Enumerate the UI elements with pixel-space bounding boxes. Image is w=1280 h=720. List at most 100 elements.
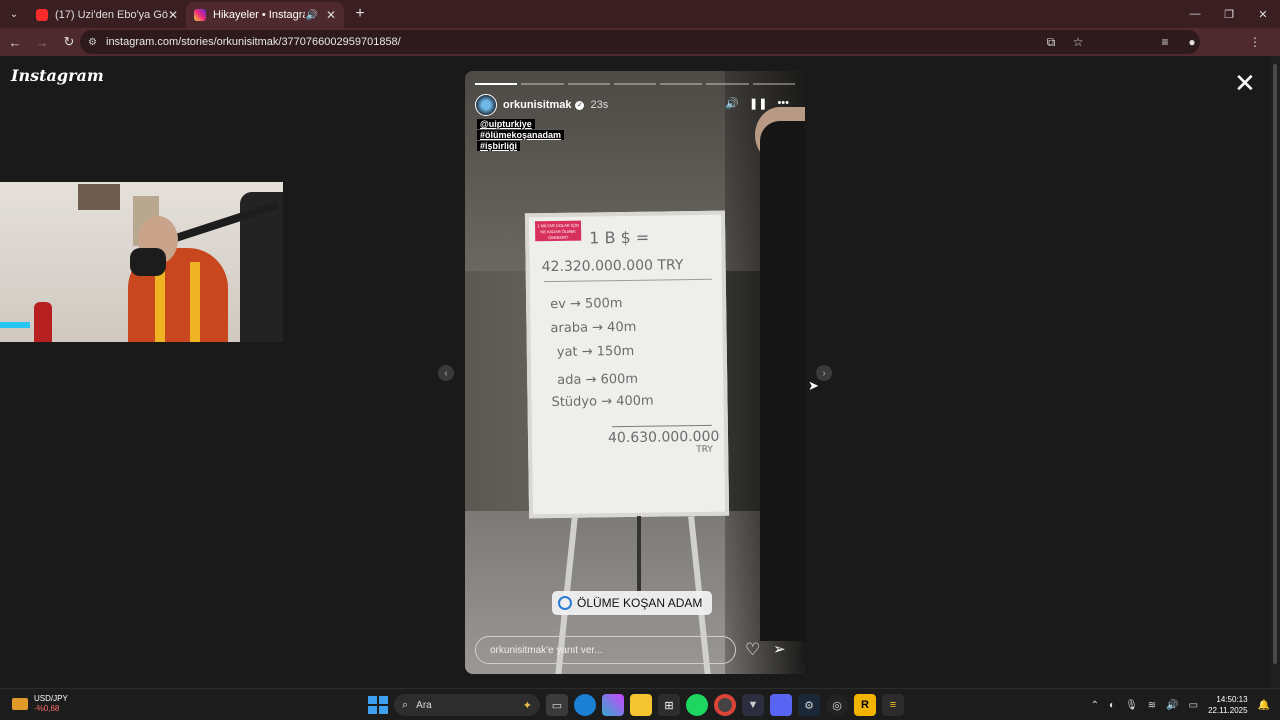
tab-search-button[interactable]: ⌄ [0,0,28,28]
notification-icon[interactable]: 🔔 [1258,700,1270,711]
board-item: ada → 600m [557,371,639,388]
reload-button[interactable]: ↻ [57,30,81,54]
instagram-icon [194,9,206,21]
more-options-icon[interactable]: ••• [777,97,789,110]
board-btc: 1 B $ = [589,227,650,248]
battery-icon[interactable]: ▭ [1189,700,1198,711]
close-tab-icon[interactable]: ✕ [326,8,336,22]
board-total-unit: TRY [696,444,713,456]
edge-icon[interactable] [574,694,596,716]
clock-time: 14:50:13 [1216,695,1248,704]
webcam-overlay [0,182,283,342]
volume-icon[interactable]: 🔊 [1166,700,1178,711]
previous-story-icon[interactable]: ‹ [438,365,454,381]
windows-taskbar: USD/JPY -%0,68 ⌕ Ara ✦ ▭ ⊞ ▼ ⚙ ◎ R ≡ ⌃ ◐… [0,688,1280,720]
menu-icon[interactable]: ⋮ [1243,35,1267,49]
tab-title: Hikayeler • Instagram [213,9,305,21]
new-tab-button[interactable]: + [348,2,372,26]
link-sticker-label: ÖLÜME KOŞAN ADAM [577,596,703,610]
minimize-button[interactable]: — [1178,0,1212,28]
copilot-sparkle-icon: ✦ [522,699,532,712]
tab-instagram[interactable]: Hikayeler • Instagram 🔊 ✕ [186,2,344,28]
mention-tag[interactable]: @uipturkiye [477,119,535,129]
site-info-icon[interactable]: ⚙ [88,37,102,48]
board-item: ev → 500m [550,296,623,313]
ticker-symbol: USD/JPY [34,694,68,703]
story-progress [475,83,795,85]
file-explorer-icon[interactable] [630,694,652,716]
hashtag[interactable]: #ölümekoşanadam [477,130,565,140]
window-controls: — ❐ ✕ [1178,0,1280,28]
tab-title: (17) Uzi'den Ebo'ya Gönderme ( [55,9,168,21]
windows-start-icon[interactable] [366,694,388,716]
send-icon[interactable]: ➢ [773,640,786,658]
back-button[interactable]: ← [3,30,27,54]
close-story-icon[interactable]: ✕ [1234,70,1256,96]
bookmark-star-icon[interactable]: ☆ [1066,35,1090,49]
vpn-icon[interactable]: ▼ [742,694,764,716]
discord-icon[interactable] [770,694,792,716]
scrollbar[interactable] [1270,56,1280,688]
link-icon [558,596,572,610]
app-icon[interactable]: ≡ [882,694,904,716]
clock-date: 22.11.2025 [1208,706,1248,715]
tray-app-icon[interactable]: ◐ [1109,700,1115,711]
close-window-button[interactable]: ✕ [1246,0,1280,28]
board-item: Stüdyo → 400m [551,393,654,411]
system-tray: ⌃ ◐ 🎙 ≋ 🔊 ▭ 14:50:13 22.11.2025 🔔 [1091,693,1270,717]
install-icon[interactable]: ⧉ [1039,35,1063,50]
pause-icon[interactable]: ❚❚ [749,97,767,110]
story-controls: 🔊 ❚❚ ••• [725,97,789,110]
store-icon[interactable]: ⊞ [658,694,680,716]
profile-avatar[interactable]: ● [1180,35,1204,49]
media-control-icon[interactable]: ≡ [1153,35,1177,49]
spotify-icon[interactable] [686,694,708,716]
instagram-story-viewer: Instagram ✕ ‹ › orkunisitmak ✓ 23s 🔊 ❚❚ … [0,56,1280,688]
story-card[interactable]: orkunisitmak ✓ 23s 🔊 ❚❚ ••• @uipturkiye … [465,71,805,674]
stock-widget[interactable]: USD/JPY -%0,68 [12,694,68,714]
story-tags: @uipturkiye #ölümekoşanadam #işbirliği [477,119,565,151]
rockstar-icon[interactable]: R [854,694,876,716]
board-item: araba → 40m [550,319,637,337]
microphone-icon[interactable]: 🎙 [1125,700,1138,711]
chrome-icon[interactable] [714,694,736,716]
taskbar-apps: ⌕ Ara ✦ ▭ ⊞ ▼ ⚙ ◎ R ≡ [366,693,904,717]
board-stamp: 1 MİLYAR DOLAR İÇİN NE KADAR ÖLMEK GEREK… [534,220,582,242]
instagram-logo[interactable]: Instagram [11,66,104,85]
copilot-icon[interactable] [602,694,624,716]
link-sticker[interactable]: ÖLÜME KOŞAN ADAM [552,591,713,615]
chevron-up-icon[interactable]: ⌃ [1091,700,1099,711]
address-bar[interactable]: ⚙ instagram.com/stories/orkunisitmak/377… [80,30,1200,54]
search-icon: ⌕ [402,698,409,711]
forward-button[interactable]: → [30,30,54,54]
avatar[interactable] [475,94,497,116]
tab-youtube[interactable]: (17) Uzi'den Ebo'ya Gönderme ( ✕ [28,2,186,28]
clock[interactable]: 14:50:13 22.11.2025 [1208,694,1247,716]
youtube-icon [36,9,48,21]
toolbar-actions: ⧉ ☆ ≡ ● ⋮ [1047,28,1280,56]
currency-icon [12,698,28,710]
tab-strip: ⌄ (17) Uzi'den Ebo'ya Gönderme ( ✕ Hikay… [0,0,1280,28]
taskbar-search[interactable]: ⌕ Ara ✦ [394,694,540,716]
hashtag[interactable]: #işbirliği [477,141,521,151]
task-view-icon[interactable]: ▭ [546,694,568,716]
wifi-icon[interactable]: ≋ [1148,700,1156,711]
verified-icon: ✓ [575,100,585,110]
story-time: 23s [590,99,609,111]
story-username[interactable]: orkunisitmak [503,99,571,111]
restore-button[interactable]: ❐ [1212,0,1246,28]
close-tab-icon[interactable]: ✕ [168,8,178,22]
steam-icon[interactable]: ⚙ [798,694,820,716]
heart-icon[interactable]: ♡ [745,640,760,660]
obs-icon[interactable]: ◎ [826,694,848,716]
ticker-change: -%0,68 [34,704,60,713]
mouse-cursor-icon: ➤ [808,378,819,393]
board-try-amount: 42.320.000.000 TRY [541,257,684,276]
search-placeholder: Ara [416,699,432,711]
volume-icon[interactable]: 🔊 [725,97,739,110]
reply-input[interactable]: orkunisitmak'e yanıt ver... [475,636,736,664]
story-header: orkunisitmak ✓ 23s 🔊 ❚❚ ••• [475,93,795,117]
url-text: instagram.com/stories/orkunisitmak/37707… [106,36,401,48]
speaker-icon[interactable]: 🔊 [305,10,317,21]
toolbar: ← → ↻ ⚙ instagram.com/stories/orkunisitm… [0,28,1280,56]
